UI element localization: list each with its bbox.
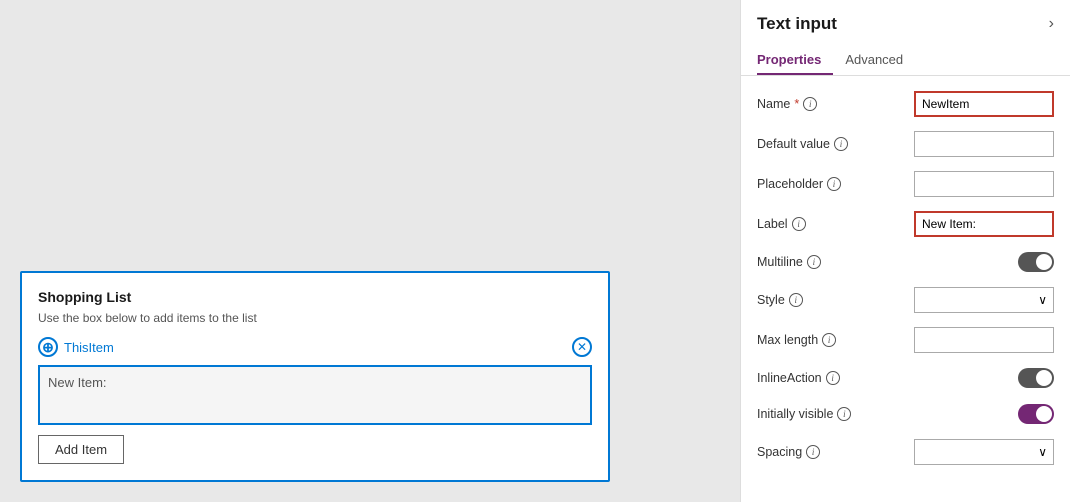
this-item-drag-icon[interactable]: ⊕ <box>38 337 58 357</box>
spacing-info-icon[interactable]: i <box>806 445 820 459</box>
spacing-value: ∨ <box>914 439 1054 465</box>
name-label: Name * i <box>757 97 914 111</box>
prop-row-placeholder: Placeholder i <box>741 164 1070 204</box>
add-item-button[interactable]: Add Item <box>38 435 124 464</box>
prop-row-multiline: Multiline i <box>741 244 1070 280</box>
prop-row-style: Style i ∨ <box>741 280 1070 320</box>
style-value: ∨ <box>914 287 1054 313</box>
max-length-input[interactable] <box>914 327 1054 353</box>
style-dropdown-chevron: ∨ <box>1038 293 1047 307</box>
label-label: Label i <box>757 217 914 231</box>
required-star: * <box>794 97 799 111</box>
label-info-icon[interactable]: i <box>792 217 806 231</box>
tabs-row: Properties Advanced <box>741 38 1070 76</box>
initially-visible-toggle-switch[interactable] <box>1018 404 1054 424</box>
default-value-label: Default value i <box>757 137 914 151</box>
prop-row-default-value: Default value i <box>741 124 1070 164</box>
card-subtitle: Use the box below to add items to the li… <box>38 311 592 325</box>
tab-properties[interactable]: Properties <box>757 46 833 75</box>
spacing-dropdown-chevron: ∨ <box>1038 445 1047 459</box>
max-length-label: Max length i <box>757 333 914 347</box>
this-item-label: ThisItem <box>64 340 572 355</box>
prop-row-initially-visible: Initially visible i <box>741 396 1070 432</box>
style-info-icon[interactable]: i <box>789 293 803 307</box>
tab-advanced[interactable]: Advanced <box>845 46 915 75</box>
panel-header: Text input › <box>741 0 1070 34</box>
max-length-info-icon[interactable]: i <box>822 333 836 347</box>
multiline-toggle <box>914 252 1054 272</box>
this-item-close-icon[interactable]: ✕ <box>572 337 592 357</box>
inline-action-label: InlineAction i <box>757 371 914 385</box>
prop-row-name: Name * i <box>741 84 1070 124</box>
default-value-info-icon[interactable]: i <box>834 137 848 151</box>
panel-collapse-icon[interactable]: › <box>1049 15 1054 33</box>
prop-row-inline-action: InlineAction i <box>741 360 1070 396</box>
label-input[interactable] <box>914 211 1054 237</box>
right-panel: Text input › Properties Advanced Name * … <box>740 0 1070 502</box>
default-value-value <box>914 131 1054 157</box>
name-value <box>914 91 1054 117</box>
prop-row-label: Label i <box>741 204 1070 244</box>
initially-visible-toggle-knob <box>1036 406 1052 422</box>
initially-visible-label: Initially visible i <box>757 407 914 421</box>
shopping-card: Shopping List Use the box below to add i… <box>20 271 610 482</box>
placeholder-input[interactable] <box>914 171 1054 197</box>
inline-action-toggle <box>914 368 1054 388</box>
spacing-label: Spacing i <box>757 445 914 459</box>
initially-visible-toggle <box>914 404 1054 424</box>
inline-action-toggle-knob <box>1036 370 1052 386</box>
style-label: Style i <box>757 293 914 307</box>
initially-visible-info-icon[interactable]: i <box>837 407 851 421</box>
inline-action-info-icon[interactable]: i <box>826 371 840 385</box>
style-dropdown[interactable]: ∨ <box>914 287 1054 313</box>
canvas-area: Shopping List Use the box below to add i… <box>0 0 740 502</box>
spacing-dropdown[interactable]: ∨ <box>914 439 1054 465</box>
label-value <box>914 211 1054 237</box>
this-item-row: ⊕ ThisItem ✕ <box>38 337 592 357</box>
text-input-preview[interactable]: New Item: <box>38 365 592 425</box>
max-length-value <box>914 327 1054 353</box>
placeholder-value <box>914 171 1054 197</box>
name-input[interactable] <box>914 91 1054 117</box>
text-input-label: New Item: <box>48 375 107 390</box>
multiline-toggle-knob <box>1036 254 1052 270</box>
inline-action-toggle-switch[interactable] <box>1018 368 1054 388</box>
name-info-icon[interactable]: i <box>803 97 817 111</box>
placeholder-label: Placeholder i <box>757 177 914 191</box>
panel-title: Text input <box>757 14 837 34</box>
card-title: Shopping List <box>38 289 592 305</box>
multiline-info-icon[interactable]: i <box>807 255 821 269</box>
multiline-toggle-switch[interactable] <box>1018 252 1054 272</box>
default-value-input[interactable] <box>914 131 1054 157</box>
placeholder-info-icon[interactable]: i <box>827 177 841 191</box>
properties-content: Name * i Default value i Placeholder i <box>741 76 1070 480</box>
prop-row-spacing: Spacing i ∨ <box>741 432 1070 472</box>
multiline-label: Multiline i <box>757 255 914 269</box>
prop-row-max-length: Max length i <box>741 320 1070 360</box>
